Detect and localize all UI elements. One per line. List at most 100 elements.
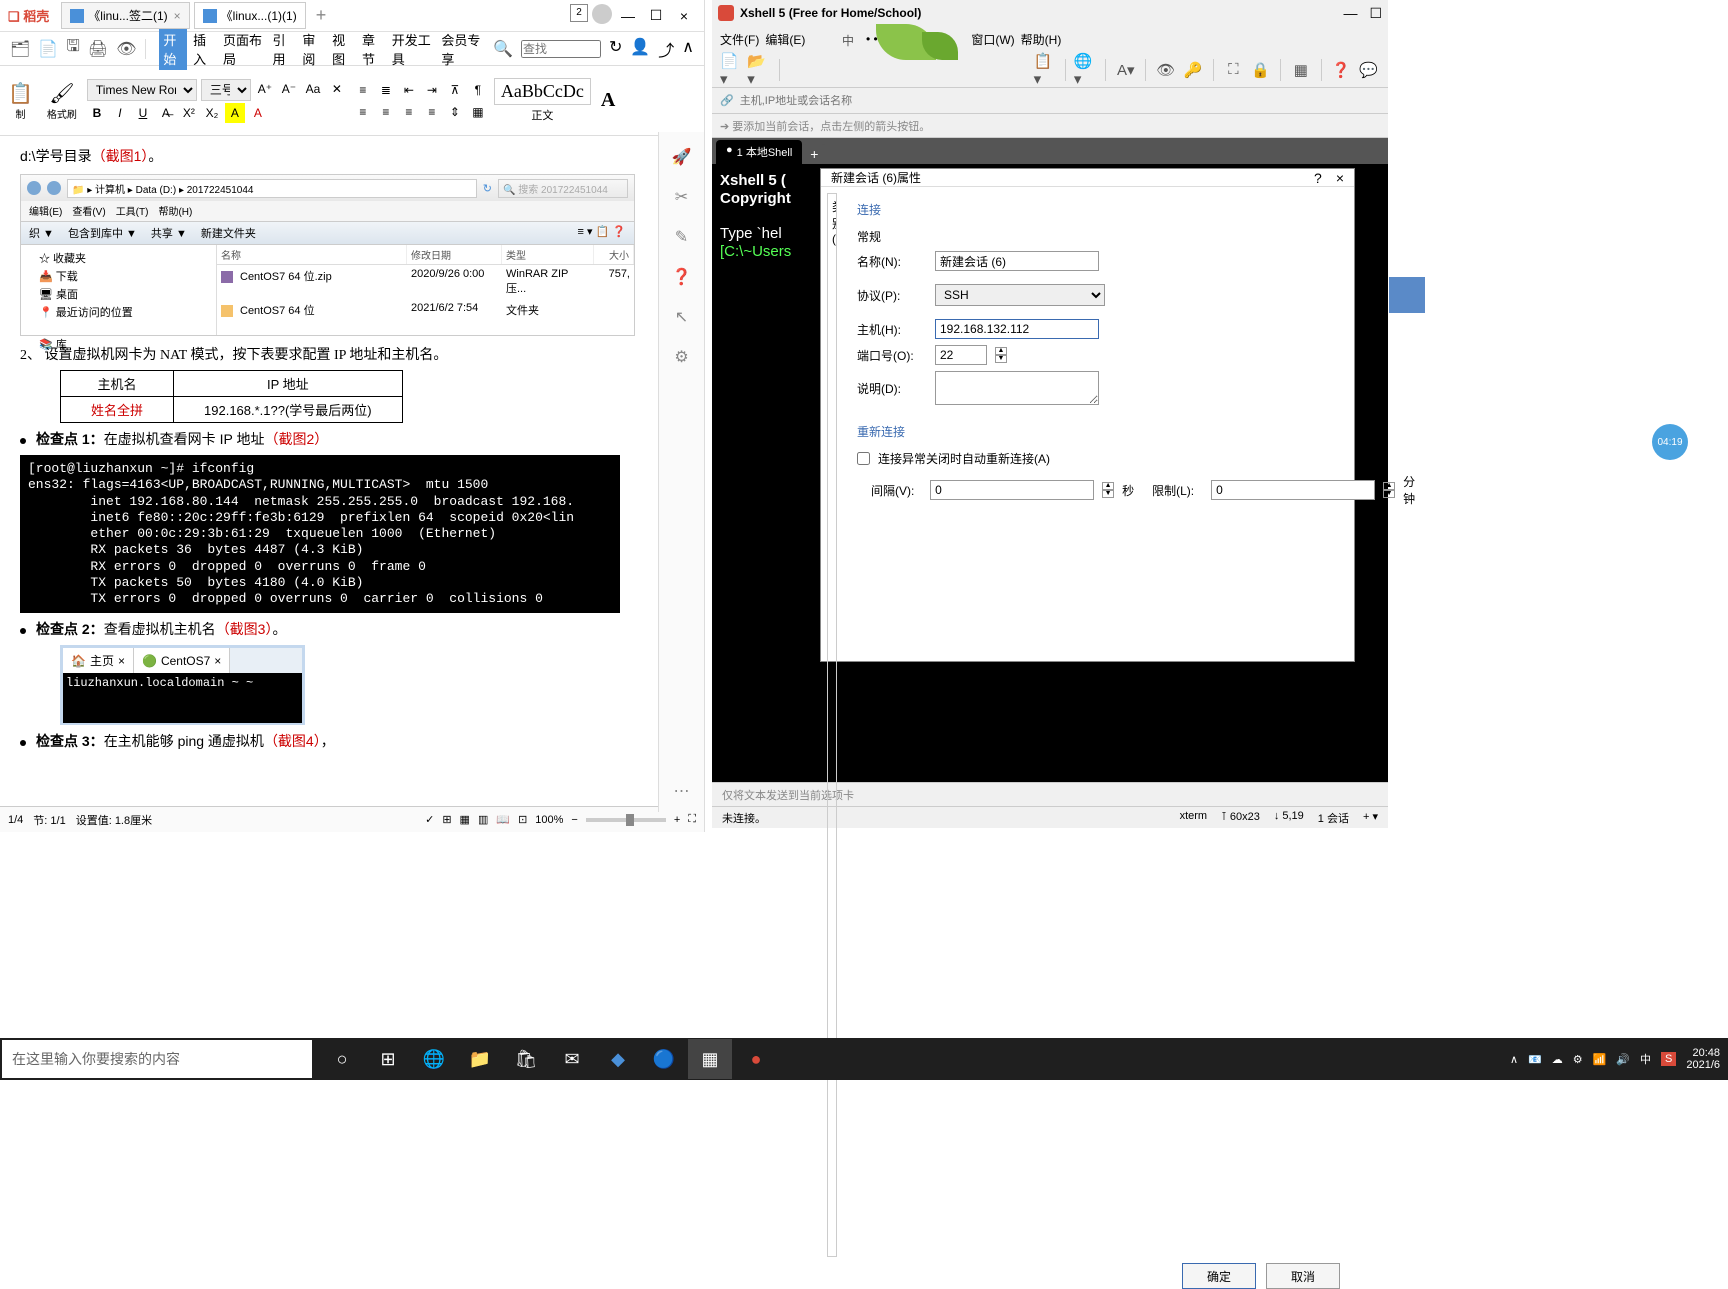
tab-ref[interactable]: 引用: [269, 28, 297, 70]
chrome-icon[interactable]: 🔵: [642, 1039, 686, 1079]
spacing-icon[interactable]: ⇕: [445, 102, 465, 122]
tray-gear-icon[interactable]: ⚙: [1573, 1053, 1583, 1066]
tray-chevron[interactable]: ∧: [1510, 1053, 1518, 1066]
tree-item[interactable]: 登录脚本: [832, 488, 837, 554]
zoom-value[interactable]: 100%: [535, 814, 563, 826]
align-center-icon[interactable]: ≡: [376, 102, 396, 122]
sync-icon[interactable]: ↻: [609, 37, 622, 61]
tab-view[interactable]: 视图: [328, 28, 356, 70]
zoom-in[interactable]: +: [674, 814, 680, 826]
new-icon[interactable]: 📄: [38, 39, 58, 59]
port-spinner[interactable]: ▲▼: [995, 347, 1007, 363]
minimize-button[interactable]: —: [1343, 5, 1357, 22]
view-outline-icon[interactable]: ▥: [478, 813, 488, 826]
lock-icon[interactable]: 🔒: [1249, 58, 1272, 82]
view-web-icon[interactable]: ⊞: [442, 813, 451, 826]
more-icon[interactable]: ⋯: [671, 780, 693, 802]
tree-item[interactable]: 安全性: [832, 580, 837, 630]
vmware-icon[interactable]: ▦: [688, 1039, 732, 1079]
taskbar-search[interactable]: 在这里输入你要搜索的内容: [2, 1040, 312, 1078]
close-icon[interactable]: ×: [1336, 170, 1344, 186]
style-normal[interactable]: AaBbCcDc: [494, 78, 591, 105]
mail-icon[interactable]: ✉: [550, 1039, 594, 1079]
clip-icon[interactable]: ✂: [671, 186, 693, 208]
start-button[interactable]: ○: [320, 1039, 364, 1079]
xshell-taskbar-icon[interactable]: ●: [734, 1039, 778, 1079]
tab-section[interactable]: 章节: [358, 28, 386, 70]
menu-window[interactable]: 窗口(W): [971, 31, 1014, 48]
outdent-icon[interactable]: ⇤: [399, 80, 419, 100]
window-icon[interactable]: ▦: [1289, 58, 1312, 82]
protocol-select[interactable]: SSH: [935, 284, 1105, 306]
zoom-out[interactable]: −: [571, 814, 577, 826]
open-icon[interactable]: 📂▾: [747, 58, 770, 82]
numbering-icon[interactable]: ≣: [376, 80, 396, 100]
reconnect-checkbox[interactable]: [857, 452, 870, 465]
font-icon[interactable]: A▾: [1114, 58, 1137, 82]
chevron-up-icon[interactable]: ∧: [682, 37, 694, 61]
share-icon[interactable]: 👤: [630, 37, 650, 61]
close-button[interactable]: ×: [672, 4, 696, 28]
settings-icon[interactable]: ⚙: [671, 346, 693, 368]
pen-icon[interactable]: ✎: [671, 226, 693, 248]
save-icon[interactable]: 🖫: [66, 35, 80, 62]
rocket-icon[interactable]: 🚀: [671, 146, 693, 168]
help-icon[interactable]: ❓: [671, 266, 693, 288]
tray-volume-icon[interactable]: 🔊: [1616, 1053, 1630, 1066]
link-icon[interactable]: 🔗: [720, 94, 734, 107]
font-color-icon[interactable]: A: [248, 103, 268, 123]
copy-icon[interactable]: 📋▾: [1034, 58, 1057, 82]
cursor-icon[interactable]: ↖: [671, 306, 693, 328]
tree-item[interactable]: −高级: [832, 1092, 836, 1138]
print-icon[interactable]: 🖨: [88, 39, 108, 59]
close-icon[interactable]: ×: [174, 9, 181, 23]
italic-icon[interactable]: I: [110, 103, 130, 123]
menu-edit[interactable]: 编辑(E): [765, 31, 805, 48]
more-icon[interactable]: ⤴: [658, 37, 674, 61]
fit-icon[interactable]: ⊡: [518, 813, 527, 826]
interval-input[interactable]: [930, 480, 1094, 500]
cancel-button[interactable]: 取消: [1266, 1263, 1340, 1289]
tab-review[interactable]: 审阅: [298, 28, 326, 70]
task-view-icon[interactable]: ⊞: [366, 1039, 410, 1079]
tree-item[interactable]: −SSH: [832, 554, 837, 580]
tray-cloud-icon[interactable]: ☁: [1552, 1053, 1563, 1066]
name-input[interactable]: [935, 251, 1099, 271]
shrink-font-icon[interactable]: A⁻: [279, 79, 299, 99]
clear-icon[interactable]: ✕: [327, 79, 347, 99]
interval-spinner[interactable]: ▲▼: [1102, 482, 1114, 498]
tree-item[interactable]: 日志记录: [832, 1172, 837, 1238]
shading-icon[interactable]: ▦: [468, 102, 488, 122]
tree-item[interactable]: SERIAL: [832, 706, 837, 720]
fullscreen-icon[interactable]: ⛶: [1222, 58, 1245, 82]
highlight-icon[interactable]: A: [225, 103, 245, 123]
clock[interactable]: 20:482021/6: [1686, 1047, 1720, 1071]
new-session-icon[interactable]: 📄▾: [720, 58, 743, 82]
maximize-button[interactable]: ☐: [644, 4, 668, 28]
tray-ime-icon[interactable]: 中: [1640, 1051, 1651, 1067]
tree-item[interactable]: VT 模式: [832, 932, 837, 978]
align-left-icon[interactable]: ≡: [353, 102, 373, 122]
host-input[interactable]: [935, 319, 1099, 339]
tree-item[interactable]: 隧道: [832, 630, 837, 664]
tree-item[interactable]: 跟踪: [832, 1138, 837, 1172]
sub-icon[interactable]: X₂: [202, 103, 222, 123]
preview-icon[interactable]: 👁: [116, 39, 136, 59]
bullets-icon[interactable]: ≡: [353, 80, 373, 100]
tray-wifi-icon[interactable]: 📶: [1593, 1053, 1607, 1066]
description-input[interactable]: [935, 371, 1099, 405]
tree-item[interactable]: 高级: [832, 978, 837, 1012]
tab-dev[interactable]: 开发工具: [388, 28, 436, 70]
tab-member[interactable]: 会员专享: [437, 28, 485, 70]
brush-icon[interactable]: 🖌: [49, 81, 74, 106]
explorer-icon[interactable]: 📁: [458, 1039, 502, 1079]
tray-sogou-icon[interactable]: S: [1661, 1052, 1676, 1066]
search-input[interactable]: [521, 40, 601, 58]
tab-insert[interactable]: 插入: [189, 28, 217, 70]
tree-item[interactable]: ZMODEM: [832, 1238, 836, 1252]
sort-icon[interactable]: ⊼: [445, 80, 465, 100]
chat-icon[interactable]: 💬: [1357, 58, 1380, 82]
view-print-icon[interactable]: ▦: [460, 813, 470, 826]
user-avatar[interactable]: [592, 4, 612, 24]
underline-icon[interactable]: U: [133, 103, 153, 123]
